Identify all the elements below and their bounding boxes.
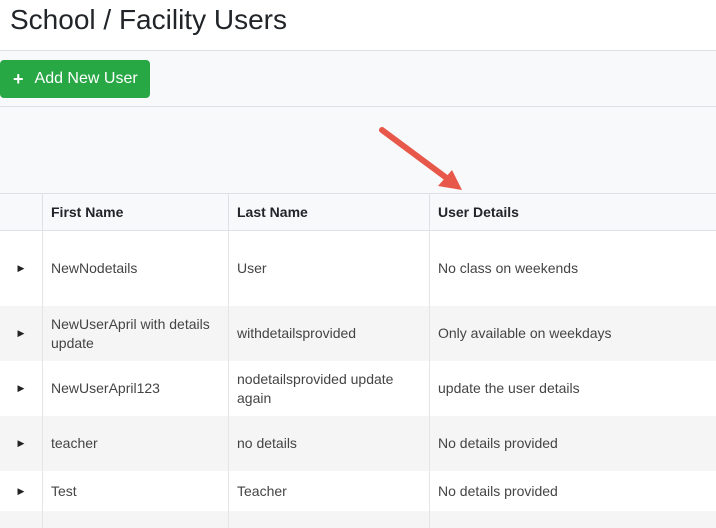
- cell-last-name: User: [228, 231, 429, 306]
- cell-last-name: [228, 511, 429, 528]
- table-row[interactable]: ▶ NewUserApril with details update withd…: [0, 306, 716, 361]
- cell-last-name: no details: [228, 416, 429, 471]
- table-row[interactable]: ▶ NewNodetails User No class on weekends: [0, 231, 716, 306]
- cell-first-name: [42, 511, 228, 528]
- row-expand[interactable]: ▶: [0, 416, 42, 471]
- caret-right-icon[interactable]: ▶: [18, 328, 25, 339]
- cell-user-details: Only available on weekdays: [429, 306, 716, 361]
- cell-user-details: No details provided: [429, 471, 716, 511]
- cell-last-name: withdetailsprovided: [228, 306, 429, 361]
- cell-first-name: teacher: [42, 416, 228, 471]
- row-expand[interactable]: ▶: [0, 306, 42, 361]
- page-title: School / Facility Users: [10, 4, 287, 35]
- header-expand-column: [0, 194, 42, 230]
- annotation-arrow-icon: [379, 127, 462, 190]
- cell-first-name: NewUserApril with details update: [42, 306, 228, 361]
- cell-first-name: Test: [42, 471, 228, 511]
- cell-first-name: NewUserApril123: [42, 361, 228, 416]
- users-table: First Name Last Name User Details ▶ NewN…: [0, 193, 716, 528]
- cell-last-name: Teacher: [228, 471, 429, 511]
- row-expand[interactable]: [0, 511, 42, 528]
- header-last-name[interactable]: Last Name: [228, 194, 429, 230]
- cell-last-name: nodetailsprovided update again: [228, 361, 429, 416]
- header-user-details[interactable]: User Details: [429, 194, 716, 230]
- header-first-name[interactable]: First Name: [42, 194, 228, 230]
- table-header: First Name Last Name User Details: [0, 193, 716, 231]
- cell-user-details: No class on weekends: [429, 231, 716, 306]
- caret-right-icon[interactable]: ▶: [18, 486, 25, 497]
- cell-user-details: [429, 511, 716, 528]
- row-expand[interactable]: ▶: [0, 471, 42, 511]
- table-row[interactable]: ▶ Test Teacher No details provided: [0, 471, 716, 511]
- cell-first-name: NewNodetails: [42, 231, 228, 306]
- table-row[interactable]: ▶ NewUserApril123 nodetailsprovided upda…: [0, 361, 716, 416]
- caret-right-icon[interactable]: ▶: [18, 383, 25, 394]
- row-expand[interactable]: ▶: [0, 231, 42, 306]
- cell-user-details: update the user details: [429, 361, 716, 416]
- add-new-user-button[interactable]: + Add New User: [0, 60, 150, 98]
- cell-user-details: No details provided: [429, 416, 716, 471]
- table-row[interactable]: ▶ teacher no details No details provided: [0, 416, 716, 471]
- add-new-user-label: Add New User: [34, 70, 138, 87]
- caret-right-icon[interactable]: ▶: [18, 263, 25, 274]
- grid-toolbar-area: [0, 107, 716, 193]
- row-expand[interactable]: ▶: [0, 361, 42, 416]
- plus-icon: +: [13, 69, 24, 89]
- table-row[interactable]: [0, 511, 716, 528]
- caret-right-icon[interactable]: ▶: [18, 438, 25, 449]
- toolbar: + Add New User: [0, 50, 716, 107]
